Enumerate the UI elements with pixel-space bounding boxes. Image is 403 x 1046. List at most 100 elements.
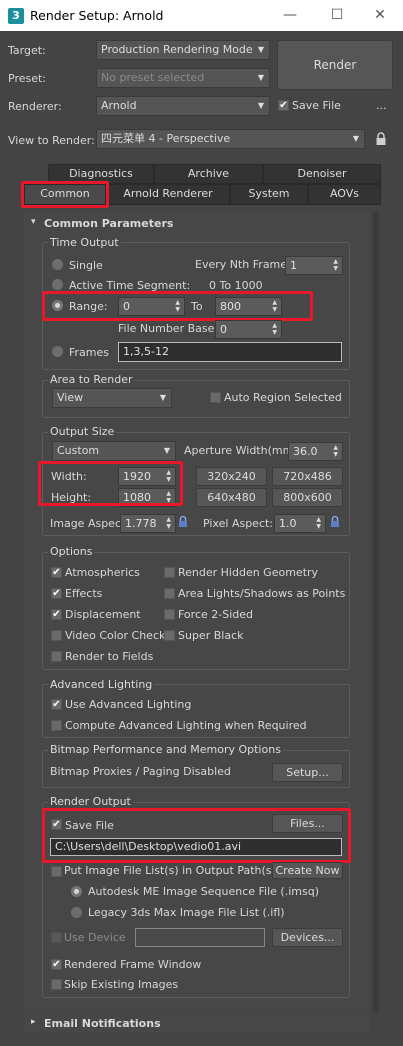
advanced-lighting-title: Advanced Lighting [48, 678, 155, 691]
aperture-label: Aperture Width(mm): [184, 444, 302, 457]
use-device-checkbox[interactable] [51, 932, 62, 943]
target-dropdown[interactable]: Production Rendering Mode ▼ [96, 40, 270, 60]
file-number-base-field[interactable]: 0 ▲ ▼ [215, 320, 282, 339]
frames-radio[interactable] [52, 346, 63, 357]
tab-denoiser[interactable]: Denoiser [263, 164, 381, 184]
image-aspect-field[interactable]: 1.778 ▲ ▼ [120, 514, 176, 533]
view-to-render-value: 四元菜单 4 - Perspective [101, 132, 231, 145]
chevron-down-icon: ▼ [257, 73, 264, 82]
minimize-button[interactable]: — [270, 4, 310, 26]
every-nth-field[interactable]: 1 ▲ ▼ [285, 256, 343, 275]
rollout-title[interactable]: Common Parameters [44, 217, 173, 230]
render-fields-checkbox[interactable] [51, 651, 62, 662]
chevron-down-icon: ▼ [352, 134, 359, 143]
devices-button[interactable]: Devices... [272, 928, 343, 947]
area-to-render-dropdown[interactable]: View ▼ [52, 388, 172, 408]
collapse-icon[interactable]: ▾ [31, 217, 36, 227]
highlight-common-tab [21, 181, 109, 208]
image-aspect-label: Image Aspect: [50, 517, 130, 530]
options-title: Options [48, 545, 95, 558]
pixel-aspect-lock-icon[interactable] [330, 515, 340, 528]
preset-720x486-button[interactable]: 720x486 [272, 467, 343, 486]
put-image-list-label: Put Image File List(s) in Output Path(s) [64, 864, 276, 877]
preset-800x600-button[interactable]: 800x600 [272, 488, 343, 507]
active-segment-radio[interactable] [52, 279, 63, 290]
title-bar: 3 Render Setup: Arnold — ☐ ✕ [0, 0, 403, 31]
render-button[interactable]: Render [277, 40, 393, 90]
email-notifications-title[interactable]: Email Notifications [44, 1017, 161, 1030]
file-number-base-value: 0 [220, 323, 227, 336]
maximize-button[interactable]: ☐ [317, 4, 357, 26]
render-hidden-label: Render Hidden Geometry [178, 566, 319, 579]
compute-advanced-lighting-label: Compute Advanced Lighting when Required [65, 719, 307, 732]
atmospherics-checkbox[interactable]: ✔ [51, 567, 62, 578]
output-size-preset-dropdown[interactable]: Custom ▼ [52, 441, 176, 461]
tab-system[interactable]: System [230, 184, 308, 205]
put-image-list-checkbox[interactable] [51, 866, 62, 877]
use-advanced-lighting-checkbox[interactable]: ✔ [51, 699, 62, 710]
preset-label: Preset: [8, 72, 47, 85]
renderer-dropdown[interactable]: Arnold ▼ [96, 96, 270, 116]
render-hidden-checkbox[interactable] [164, 567, 175, 578]
expand-icon[interactable]: ▸ [31, 1017, 36, 1027]
pixel-aspect-label: Pixel Aspect: [203, 517, 274, 530]
frames-input[interactable]: 1,3,5-12 [118, 342, 342, 362]
highlight-range [42, 291, 313, 321]
spinner-icon[interactable]: ▲ ▼ [166, 516, 171, 530]
spinner-icon[interactable]: ▲ ▼ [333, 258, 338, 272]
chevron-down-icon: ▼ [257, 45, 264, 54]
compute-advanced-lighting-checkbox[interactable] [51, 720, 62, 731]
skip-existing-checkbox[interactable] [51, 979, 62, 990]
preset-640x480-button[interactable]: 640x480 [196, 488, 267, 507]
skip-existing-label: Skip Existing Images [64, 978, 179, 991]
video-color-label: Video Color Check [65, 629, 166, 642]
rendered-frame-window-checkbox[interactable]: ✔ [51, 959, 62, 970]
close-button[interactable]: ✕ [360, 4, 400, 26]
tab-archive[interactable]: Archive [154, 164, 263, 184]
spinner-icon[interactable]: ▲ ▼ [333, 444, 338, 458]
area-lights-checkbox[interactable] [164, 588, 175, 599]
use-device-label: Use Device [64, 931, 126, 944]
spinner-icon[interactable]: ▲ ▼ [316, 516, 321, 530]
preset-dropdown[interactable]: No preset selected ▼ [96, 68, 270, 88]
displacement-checkbox[interactable]: ✔ [51, 609, 62, 620]
device-field[interactable] [135, 928, 265, 947]
target-value: Production Rendering Mode [101, 43, 253, 56]
scrollbar[interactable] [373, 212, 379, 1012]
render-fields-label: Render to Fields [65, 650, 154, 663]
aperture-field[interactable]: 36.0 ▲ ▼ [288, 442, 343, 461]
area-to-render-value: View [57, 391, 84, 404]
create-now-button[interactable]: Create Now [272, 862, 343, 879]
tab-aovs[interactable]: AOVs [308, 184, 381, 205]
tab-arnold-renderer[interactable]: Arnold Renderer [106, 184, 230, 205]
area-lights-label: Area Lights/Shadows as Points [178, 587, 346, 600]
aperture-value: 36.0 [293, 445, 318, 458]
effects-checkbox[interactable]: ✔ [51, 588, 62, 599]
bitmap-title: Bitmap Performance and Memory Options [48, 743, 283, 756]
preset-320x240-button[interactable]: 320x240 [196, 467, 267, 486]
pixel-aspect-field[interactable]: 1.0 ▲ ▼ [274, 514, 326, 533]
preset-value: No preset selected [101, 71, 205, 84]
legacy-ifl-radio[interactable] [71, 907, 82, 918]
video-color-checkbox[interactable] [51, 630, 62, 641]
super-black-checkbox[interactable] [164, 630, 175, 641]
highlight-save-file [42, 808, 351, 863]
frames-label: Frames [69, 346, 110, 359]
save-file-top-checkbox[interactable]: ✔ [278, 100, 289, 111]
spinner-icon[interactable]: ▲ ▼ [272, 322, 277, 336]
autodesk-me-radio[interactable] [71, 886, 82, 897]
output-size-preset-value: Custom [57, 444, 100, 457]
displacement-label: Displacement [65, 608, 141, 621]
window-title: Render Setup: Arnold [30, 8, 164, 23]
single-radio[interactable] [52, 259, 63, 270]
lock-icon[interactable] [375, 132, 387, 146]
rendered-frame-window-label: Rendered Frame Window [64, 958, 202, 971]
view-to-render-dropdown[interactable]: 四元菜单 4 - Perspective ▼ [96, 129, 365, 149]
bitmap-setup-button[interactable]: Setup... [272, 763, 343, 782]
image-aspect-lock-icon[interactable] [178, 515, 188, 528]
more-options-button[interactable]: ... [376, 99, 387, 112]
autodesk-me-label: Autodesk ME Image Sequence File (.imsq) [88, 885, 319, 898]
force-2sided-checkbox[interactable] [164, 609, 175, 620]
auto-region-checkbox[interactable] [210, 392, 221, 403]
super-black-label: Super Black [178, 629, 244, 642]
